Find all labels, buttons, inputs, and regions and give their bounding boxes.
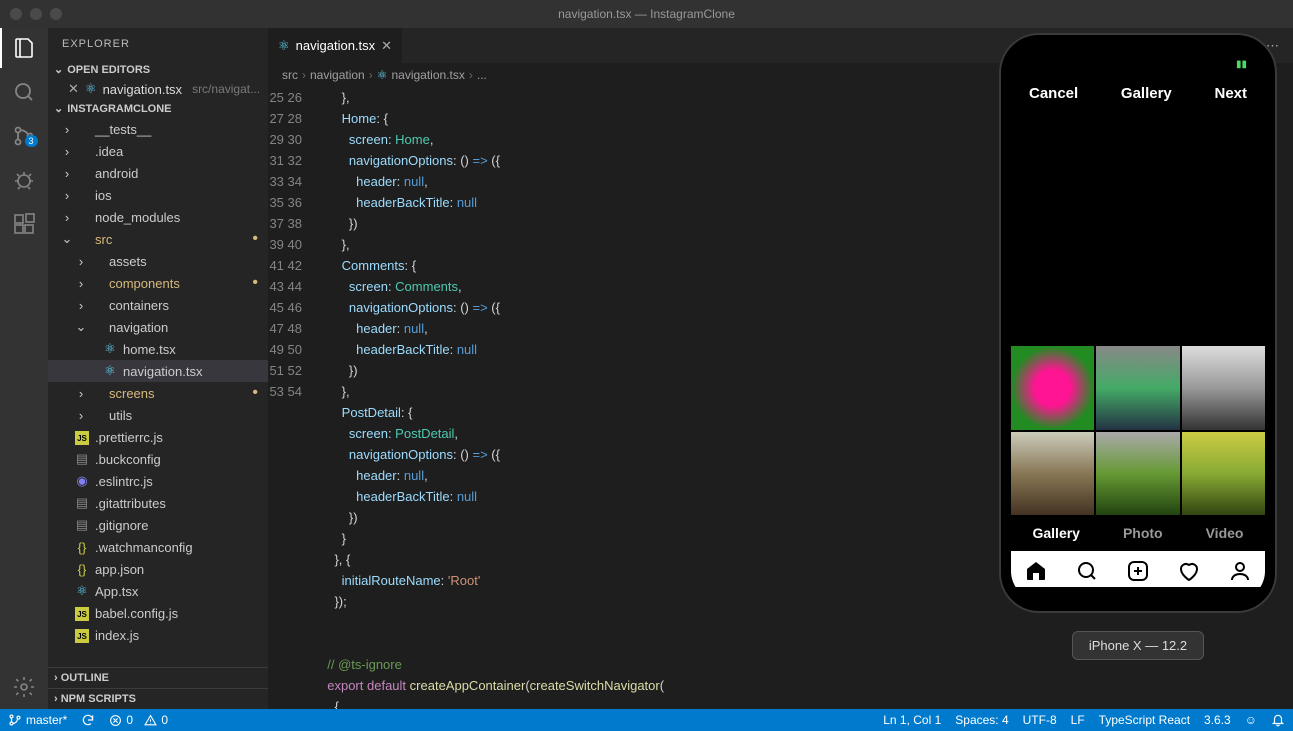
- sync-button[interactable]: [81, 713, 95, 727]
- bell-icon[interactable]: [1271, 713, 1285, 727]
- indent[interactable]: Spaces: 4: [955, 713, 1008, 727]
- tree-item[interactable]: ›.idea: [48, 140, 268, 162]
- close-icon[interactable]: ✕: [68, 81, 79, 97]
- window-title: navigation.tsx — InstagramClone: [0, 7, 1293, 21]
- tree-item[interactable]: ›assets: [48, 250, 268, 272]
- titlebar: navigation.tsx — InstagramClone: [0, 0, 1293, 28]
- eol[interactable]: LF: [1071, 713, 1085, 727]
- tree-item[interactable]: ›utils: [48, 404, 268, 426]
- tree-item[interactable]: ›screens•: [48, 382, 268, 404]
- gallery-preview[interactable]: [1011, 110, 1265, 346]
- tree-item[interactable]: ⚛home.tsx: [48, 338, 268, 360]
- gallery-grid: [1011, 346, 1265, 515]
- tree-item[interactable]: ◉.eslintrc.js: [48, 470, 268, 492]
- npm-scripts-header[interactable]: › NPM SCRIPTS: [48, 688, 268, 709]
- tree-item[interactable]: JSbabel.config.js: [48, 602, 268, 624]
- gallery-thumb[interactable]: [1096, 432, 1179, 515]
- tree-item[interactable]: ›__tests__: [48, 118, 268, 140]
- project-header[interactable]: ⌄INSTAGRAMCLONE: [48, 99, 268, 118]
- tree-item[interactable]: ›containers: [48, 294, 268, 316]
- outline-header[interactable]: › OUTLINE: [48, 667, 268, 688]
- tree-item[interactable]: ⚛App.tsx: [48, 580, 268, 602]
- tab-navigation[interactable]: ⚛ navigation.tsx ✕: [268, 28, 403, 63]
- cursor-position[interactable]: Ln 1, Col 1: [883, 713, 941, 727]
- heart-icon[interactable]: [1177, 559, 1201, 583]
- close-icon[interactable]: ✕: [381, 38, 392, 54]
- problems[interactable]: 0 0: [109, 713, 168, 727]
- extensions-icon[interactable]: [12, 212, 36, 236]
- react-icon: ⚛: [278, 38, 290, 54]
- git-branch[interactable]: master*: [8, 713, 67, 727]
- tree-item[interactable]: ›node_modules: [48, 206, 268, 228]
- profile-icon[interactable]: [1228, 559, 1252, 583]
- search-icon[interactable]: [1075, 559, 1099, 583]
- add-post-icon[interactable]: [1126, 559, 1150, 583]
- device-preview: ▮▮ Cancel Gallery Next: [993, 33, 1283, 660]
- scm-icon[interactable]: 3: [12, 124, 36, 148]
- feedback-icon[interactable]: ☺: [1245, 713, 1257, 727]
- sidebar: EXPLORER ⌄OPEN EDITORS ✕ ⚛ navigation.ts…: [48, 28, 268, 709]
- home-icon[interactable]: [1024, 559, 1048, 583]
- statusbar: master* 0 0 Ln 1, Col 1 Spaces: 4 UTF-8 …: [0, 709, 1293, 731]
- search-icon[interactable]: [12, 80, 36, 104]
- cancel-button[interactable]: Cancel: [1029, 85, 1078, 102]
- phone-frame: ▮▮ Cancel Gallery Next: [999, 33, 1277, 613]
- tree-item[interactable]: ⌄src•: [48, 228, 268, 250]
- file-tree: ›__tests__›.idea›android›ios›node_module…: [48, 118, 268, 667]
- screen-title: Gallery: [1121, 85, 1172, 102]
- sidebar-title: EXPLORER: [48, 28, 268, 60]
- gallery-thumb[interactable]: [1182, 432, 1265, 515]
- device-label[interactable]: iPhone X — 12.2: [1072, 631, 1204, 660]
- tree-item[interactable]: ▤.buckconfig: [48, 448, 268, 470]
- tab-bar: [1011, 551, 1265, 587]
- editor-group: ⚛ navigation.tsx ✕ ⋯ src› navigation› ⚛n…: [268, 28, 1293, 709]
- tree-item[interactable]: ›android: [48, 162, 268, 184]
- explorer-icon[interactable]: [12, 36, 36, 60]
- gallery-thumb[interactable]: [1182, 346, 1265, 429]
- tree-item[interactable]: JS.prettierrc.js: [48, 426, 268, 448]
- home-indicator: [1083, 591, 1193, 595]
- mode-photo[interactable]: Photo: [1123, 525, 1163, 541]
- scm-badge: 3: [25, 135, 38, 147]
- language-mode[interactable]: TypeScript React: [1099, 713, 1190, 727]
- gallery-thumb[interactable]: [1011, 346, 1094, 429]
- tree-item[interactable]: ▤.gitattributes: [48, 492, 268, 514]
- tree-item[interactable]: ›components•: [48, 272, 268, 294]
- react-icon: ⚛: [85, 81, 97, 97]
- gallery-thumb[interactable]: [1011, 432, 1094, 515]
- capture-modes: Gallery Photo Video: [1011, 515, 1265, 551]
- open-editor-item[interactable]: ✕ ⚛ navigation.tsx src/navigat...: [48, 79, 268, 99]
- mode-video[interactable]: Video: [1206, 525, 1244, 541]
- debug-icon[interactable]: [12, 168, 36, 192]
- gallery-thumb[interactable]: [1096, 346, 1179, 429]
- settings-gear-icon[interactable]: [12, 675, 36, 699]
- open-editors-header[interactable]: ⌄OPEN EDITORS: [48, 60, 268, 79]
- phone-header: Cancel Gallery Next: [1011, 77, 1265, 110]
- tree-item[interactable]: JSindex.js: [48, 624, 268, 646]
- tree-item[interactable]: {}.watchmanconfig: [48, 536, 268, 558]
- activity-bar: 3: [0, 28, 48, 709]
- tree-item[interactable]: ›ios: [48, 184, 268, 206]
- ts-version[interactable]: 3.6.3: [1204, 713, 1231, 727]
- mode-gallery[interactable]: Gallery: [1032, 525, 1079, 541]
- tree-item[interactable]: ▤.gitignore: [48, 514, 268, 536]
- encoding[interactable]: UTF-8: [1023, 713, 1057, 727]
- tree-item[interactable]: ⌄navigation: [48, 316, 268, 338]
- tree-item[interactable]: ⚛navigation.tsx: [48, 360, 268, 382]
- next-button[interactable]: Next: [1214, 85, 1247, 102]
- tree-item[interactable]: {}app.json: [48, 558, 268, 580]
